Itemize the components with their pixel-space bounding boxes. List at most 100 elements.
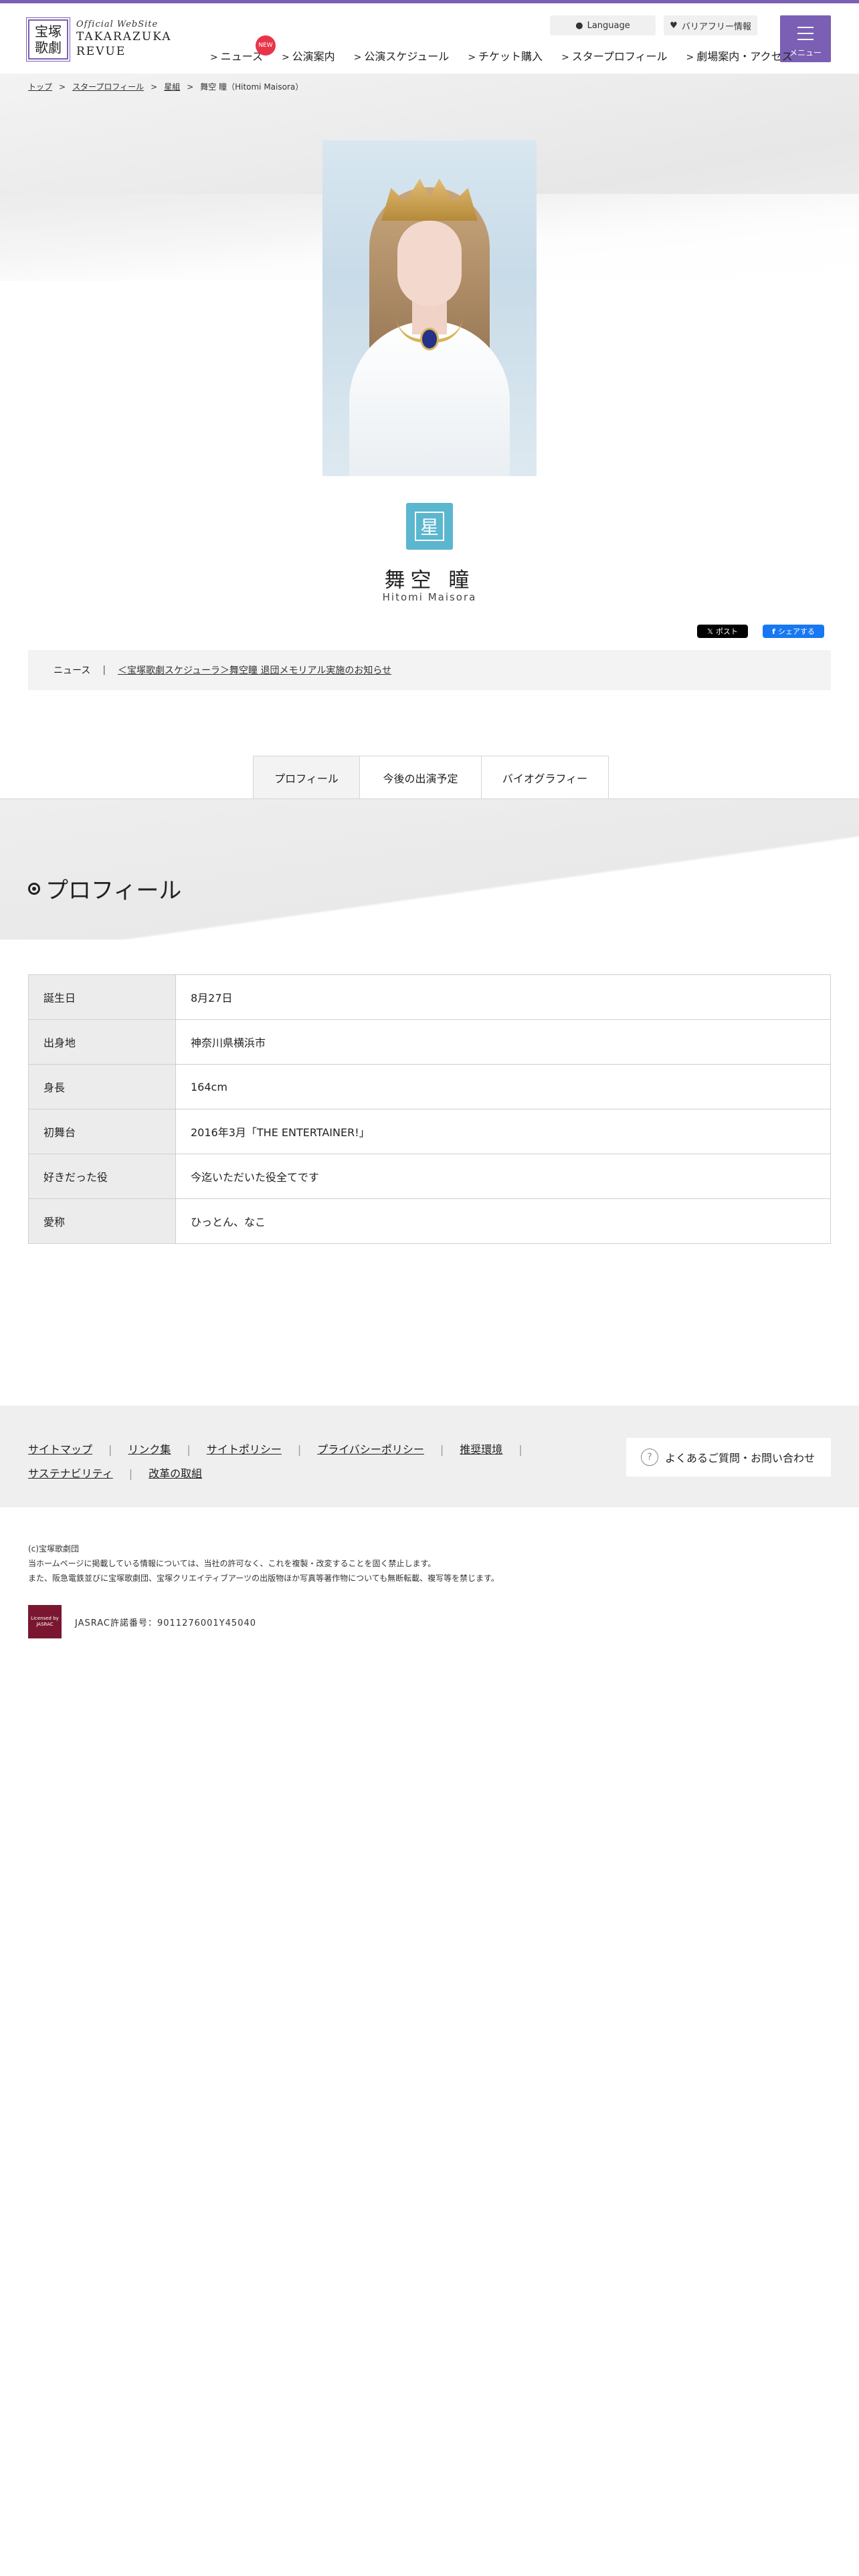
globe-icon: ● — [575, 20, 583, 31]
nav-tickets[interactable]: > チケット購入 — [468, 47, 543, 64]
footer-link-sustainability[interactable]: サステナビリティ — [28, 1467, 113, 1480]
footer-divider: | — [297, 1443, 302, 1456]
tab-profile[interactable]: プロフィール — [253, 756, 360, 798]
profile-key: 愛称 — [28, 1198, 176, 1244]
breadcrumb-top[interactable]: トップ — [28, 82, 52, 92]
profile-value: 164cm — [175, 1064, 831, 1109]
footer-link-reform[interactable]: 改革の取組 — [149, 1467, 202, 1480]
profile-section-background — [0, 799, 859, 940]
breadcrumb-separator: > — [187, 82, 194, 92]
nav-star-profile-label: スタープロフィール — [571, 50, 668, 63]
nav-schedule[interactable]: > 公演スケジュール — [354, 47, 450, 64]
news-link[interactable]: ＜宝塚歌劇スケジューラ＞舞空瞳 退団メモリアル実施のお知らせ — [118, 663, 391, 677]
footer-link-sitemap[interactable]: サイトマップ — [28, 1443, 92, 1456]
jasrac-license: JASRAC許諾番号：9011276001Y45040 — [75, 1618, 257, 1628]
profile-value: 今迄いただいた役全てです — [175, 1154, 831, 1199]
nav-performances[interactable]: > 公演案内 — [282, 47, 335, 64]
nav-star-profile[interactable]: > スタープロフィール — [561, 47, 667, 64]
nav-schedule-label: 公演スケジュール — [364, 50, 450, 63]
chevron-right-icon: > — [686, 52, 694, 63]
barrier-free-button[interactable]: ♥ バリアフリー情報 — [664, 15, 757, 35]
profile-table: 誕生日 8月27日 出身地 神奈川県横浜市 身長 164cm 初舞台 2016年… — [28, 974, 831, 1244]
facebook-share-button[interactable]: f シェアする — [763, 625, 824, 638]
star-portrait — [322, 140, 537, 476]
nav-theater-label: 劇場案内・アクセス — [696, 50, 793, 63]
x-icon: 𝕏 — [707, 627, 713, 636]
breadcrumb-separator: > — [59, 82, 66, 92]
x-share-label: ポスト — [715, 627, 738, 636]
footer-link-environment[interactable]: 推奨環境 — [460, 1443, 502, 1456]
profile-value: 神奈川県横浜市 — [175, 1019, 831, 1065]
news-label: ニュース — [54, 665, 91, 676]
footer-link-privacy[interactable]: プライバシーポリシー — [317, 1443, 424, 1456]
nav-performances-label: 公演案内 — [292, 50, 335, 63]
nav-tickets-label: チケット購入 — [478, 50, 543, 63]
profile-key: 初舞台 — [28, 1109, 176, 1154]
x-share-button[interactable]: 𝕏 ポスト — [697, 625, 748, 638]
footer-divider: | — [128, 1467, 133, 1480]
copyright-block: (c)宝塚歌劇団 当ホームページに掲載している情報については、当社の許可なく、こ… — [28, 1541, 499, 1586]
table-row: 身長 164cm — [28, 1064, 831, 1109]
table-row: 好きだった役 今迄いただいた役全てです — [28, 1154, 831, 1199]
profile-value: 2016年3月「THE ENTERTAINER!」 — [175, 1109, 831, 1154]
chevron-right-icon: > — [353, 52, 362, 63]
table-row: 出身地 神奈川県横浜市 — [28, 1019, 831, 1065]
footer-links: サイトマップ | リンク集 | サイトポリシー | プライバシーポリシー | 推奨環境 | サステナ… — [28, 1438, 577, 1486]
table-row: 愛称 ひっとん、なこ — [28, 1198, 831, 1244]
chevron-right-icon: > — [210, 52, 218, 63]
chevron-right-icon: > — [281, 52, 290, 63]
site-header: 宝塚 歌劇 Official WebSite TAKARAZUKA REVUE … — [0, 3, 859, 74]
footer-divider: | — [440, 1443, 444, 1456]
profile-key: 出身地 — [28, 1019, 176, 1065]
faq-contact-button[interactable]: ? よくあるご質問・お問い合わせ — [626, 1438, 831, 1477]
troupe-icon-char: 星 — [415, 512, 444, 541]
table-row: 初舞台 2016年3月「THE ENTERTAINER!」 — [28, 1109, 831, 1154]
footer-link-site-policy[interactable]: サイトポリシー — [207, 1443, 282, 1456]
nav-theater[interactable]: > 劇場案内・アクセス — [686, 47, 793, 64]
footer-divider: | — [187, 1443, 191, 1456]
jasrac-logo: Licensed by JASRAC — [28, 1605, 62, 1638]
heart-icon: ♥ — [670, 20, 678, 31]
star-name-ja: 舞空 瞳 — [384, 568, 475, 593]
language-label: Language — [587, 20, 630, 31]
profile-value: ひっとん、なこ — [175, 1198, 831, 1244]
logo-emblem-top: 宝塚 — [35, 23, 62, 39]
news-separator: | — [102, 665, 106, 675]
footer-link-links[interactable]: リンク集 — [128, 1443, 171, 1456]
table-row: 誕生日 8月27日 — [28, 974, 831, 1020]
profile-key: 誕生日 — [28, 974, 176, 1020]
nav-news-label: ニュース — [220, 50, 263, 63]
breadcrumb: トップ > スタープロフィール > 星組 > 舞空 瞳（Hitomi Maisora） — [28, 81, 303, 92]
copyright-text: (c)宝塚歌劇団 — [28, 1544, 79, 1553]
site-logo[interactable]: 宝塚 歌劇 Official WebSite TAKARAZUKA REVUE — [26, 17, 175, 65]
logo-subtitle: Official WebSite — [76, 19, 159, 29]
copyright-notice-2: また、阪急電鉄並びに宝塚歌劇団、宝塚クリエイティブアーツの出版物ほか写真等著作物… — [28, 1574, 499, 1583]
profile-value: 8月27日 — [175, 974, 831, 1020]
faq-label: よくあるご質問・お問い合わせ — [665, 1452, 816, 1465]
breadcrumb-current: 舞空 瞳（Hitomi Maisora） — [200, 82, 304, 92]
logo-title-1: TAKARAZUKA — [76, 30, 172, 43]
footer-divider: | — [108, 1443, 112, 1456]
tab-biography[interactable]: バイオグラフィー — [482, 756, 609, 798]
logo-title-2: REVUE — [76, 45, 126, 58]
new-badge: NEW — [256, 35, 276, 56]
profile-key: 好きだった役 — [28, 1154, 176, 1199]
troupe-star-icon: 星 — [406, 503, 453, 550]
facebook-share-label: シェアする — [777, 627, 815, 636]
news-bar: ニュース | ＜宝塚歌劇スケジューラ＞舞空瞳 退団メモリアル実施のお知らせ — [28, 650, 831, 690]
breadcrumb-star-profile[interactable]: スタープロフィール — [72, 82, 144, 92]
breadcrumb-separator: > — [151, 82, 158, 92]
logo-emblem-bottom: 歌劇 — [35, 39, 62, 56]
nav-news[interactable]: > ニュース NEW — [210, 35, 276, 64]
barrier-free-label: バリアフリー情報 — [681, 21, 751, 32]
question-icon: ? — [641, 1448, 658, 1466]
profile-tabs: プロフィール 今後の出演予定 バイオグラフィー — [253, 756, 609, 798]
profile-key: 身長 — [28, 1064, 176, 1109]
language-button[interactable]: ● Language — [550, 15, 656, 35]
logo-emblem: 宝塚 歌劇 — [26, 17, 70, 62]
tab-upcoming[interactable]: 今後の出演予定 — [360, 756, 482, 798]
breadcrumb-troupe[interactable]: 星組 — [164, 82, 180, 92]
circle-bullet-icon — [28, 882, 40, 895]
chevron-right-icon: > — [561, 52, 569, 63]
global-nav: > ニュース NEW > 公演案内 > 公演スケジュール > チケット購入 > スタープロ… — [210, 35, 811, 64]
